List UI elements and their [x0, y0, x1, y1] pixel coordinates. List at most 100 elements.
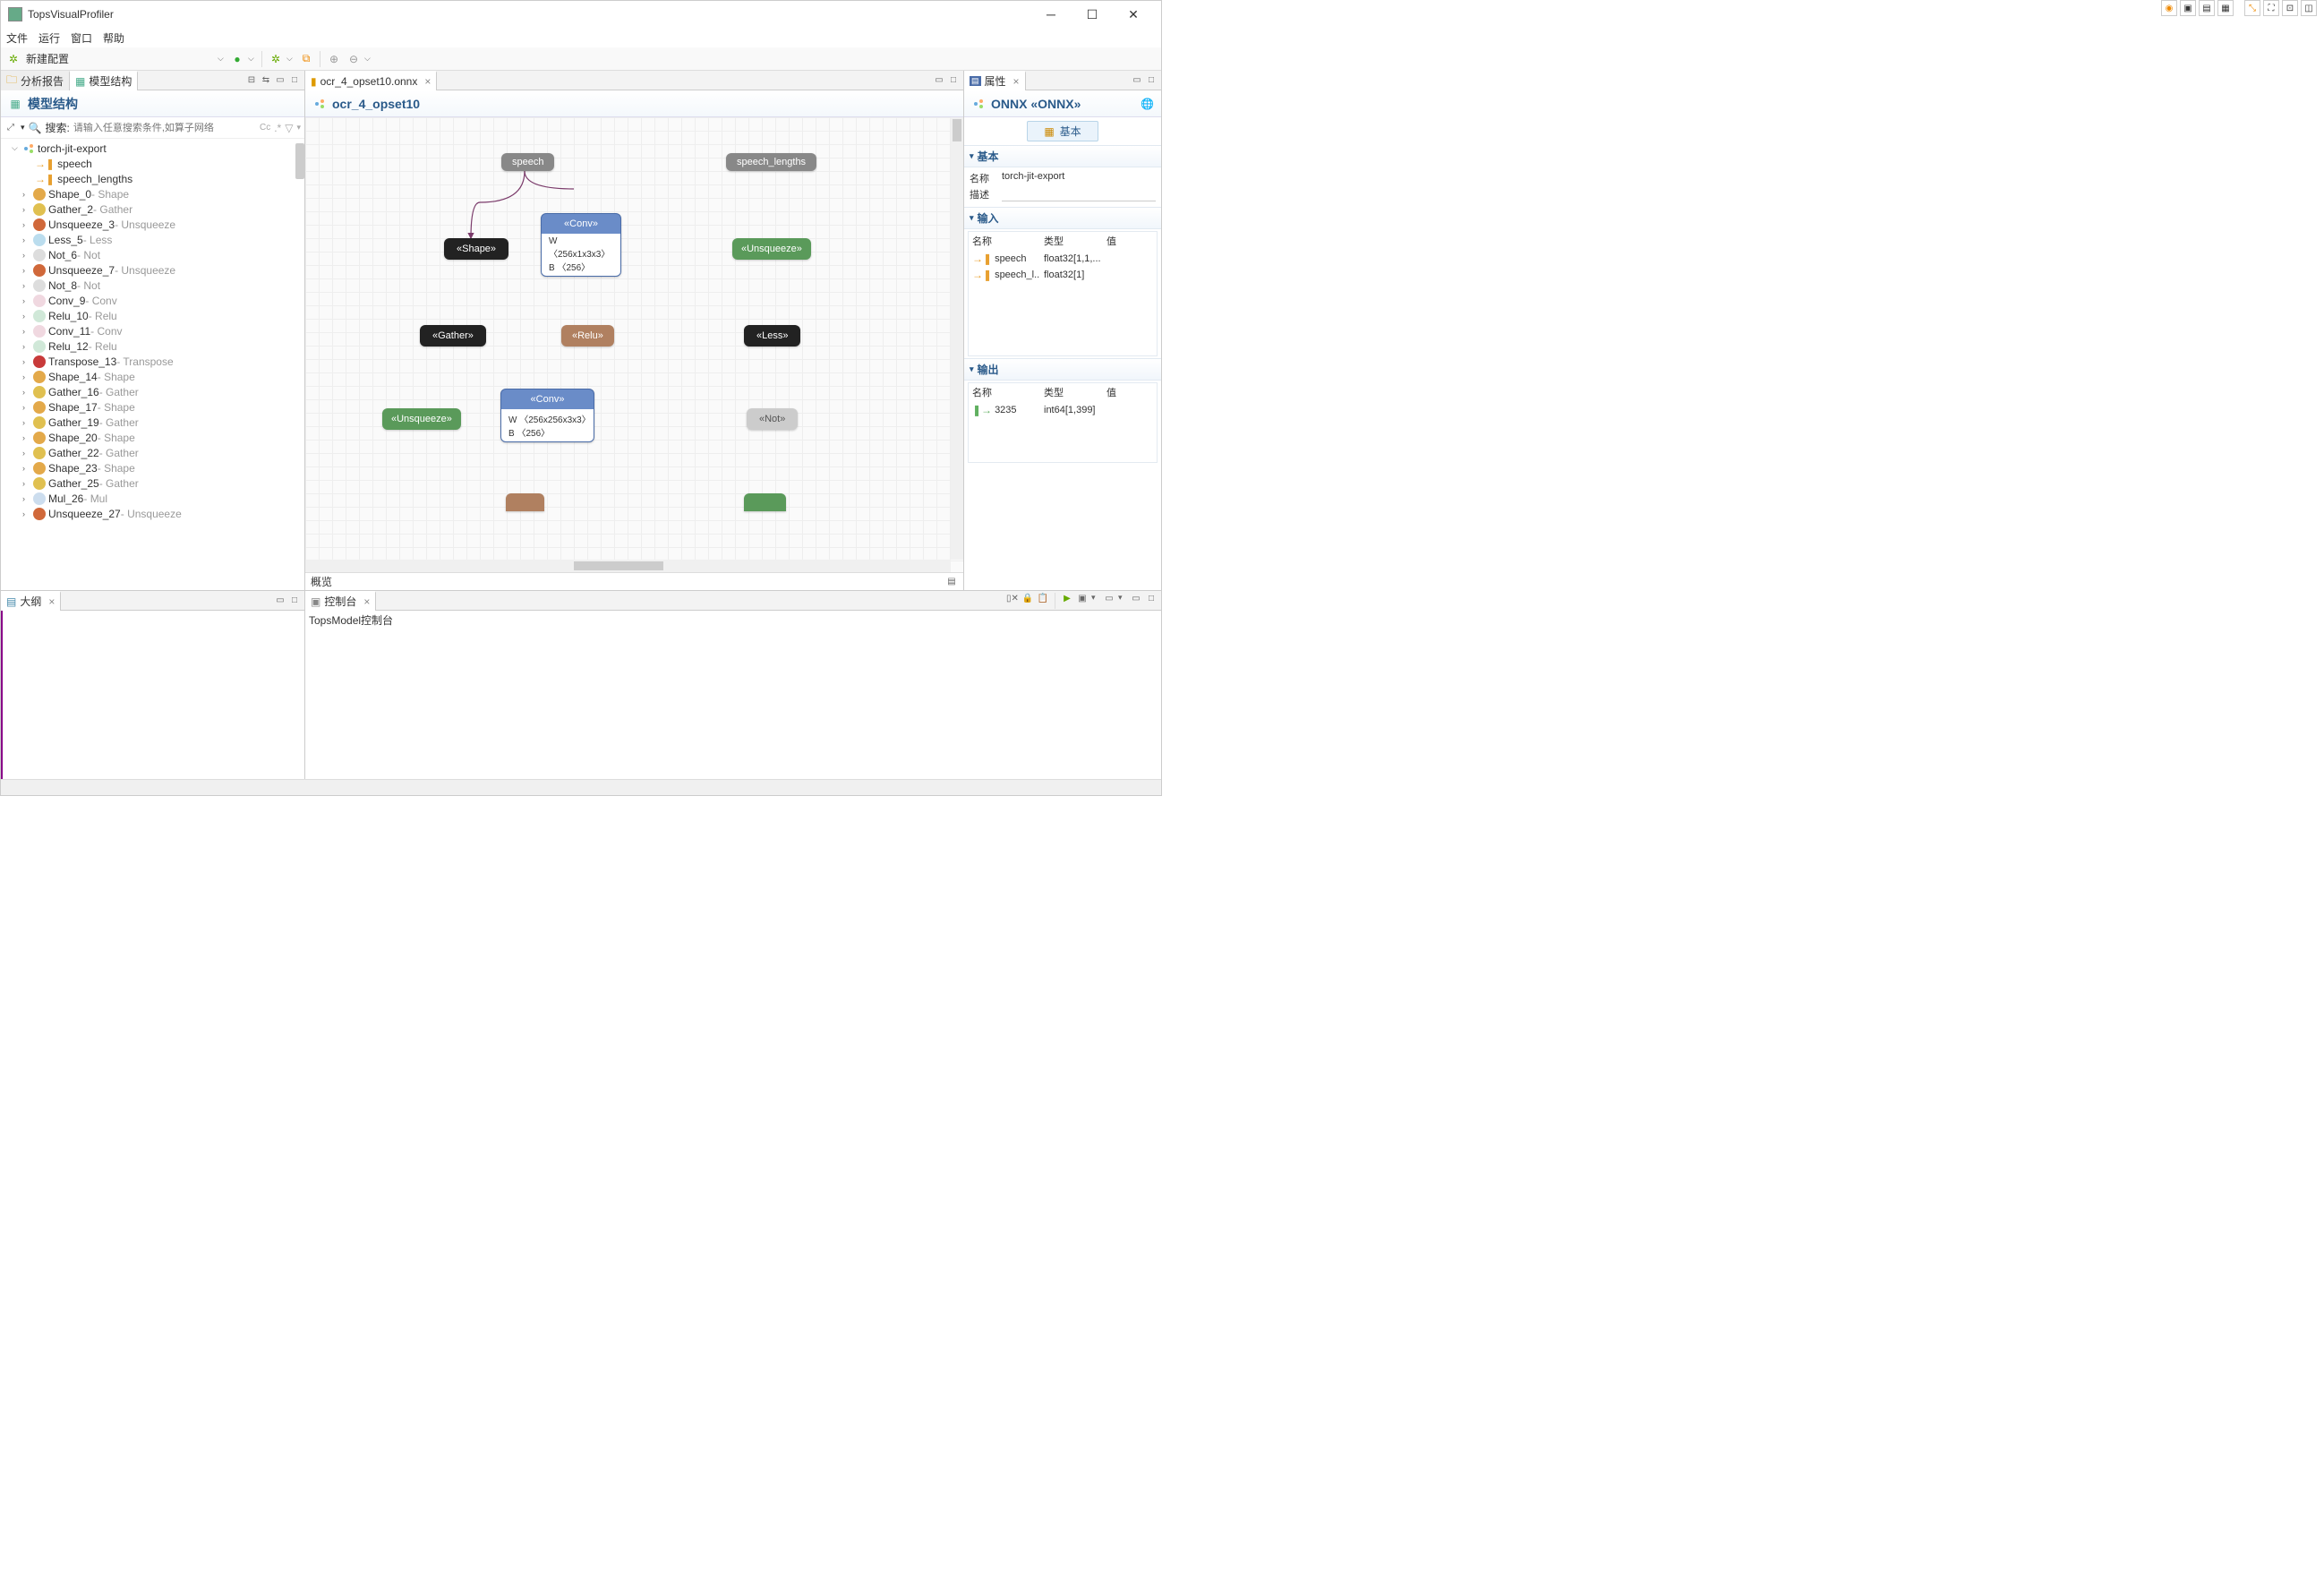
node-speech-lengths[interactable]: speech_lengths [726, 153, 816, 171]
display-icon[interactable]: ▣ [1076, 593, 1089, 605]
debug-icon[interactable]: ✲ [267, 50, 285, 68]
dropdown-icon[interactable]: ⌵ [364, 54, 373, 64]
section-inputs[interactable]: ▾输入 [964, 207, 1161, 229]
expand-icon[interactable]: › [22, 205, 33, 214]
output-row[interactable]: ❚→3235 [969, 402, 1040, 418]
zoom-in-icon[interactable]: ⊕ [325, 50, 343, 68]
tree-op-row[interactable]: ›Shape_0 - Shape [1, 186, 304, 201]
dropdown-icon[interactable]: ▾ [21, 123, 25, 133]
menu-file[interactable]: 文件 [6, 30, 28, 46]
expand-icon[interactable]: › [22, 418, 33, 427]
open-icon[interactable]: ▶ [1061, 593, 1073, 605]
minimize-icon[interactable]: ▭ [274, 74, 286, 87]
tree-op-row[interactable]: ›Not_6 - Not [1, 247, 304, 262]
maximize-icon[interactable]: □ [288, 595, 301, 607]
expand-icon[interactable]: › [22, 449, 33, 458]
case-icon[interactable]: Cc [260, 123, 270, 133]
globe-icon[interactable]: 🌐 [1141, 98, 1154, 110]
tree-op-row[interactable]: ›Mul_26 - Mul [1, 491, 304, 506]
expand-icon[interactable]: › [22, 494, 33, 503]
expand-icon[interactable]: › [22, 220, 33, 229]
input-row[interactable]: →❚speech [969, 251, 1040, 267]
filter-icon[interactable]: ▽ [285, 122, 293, 134]
expand-icon[interactable]: › [22, 281, 33, 290]
menu-run[interactable]: 运行 [38, 30, 60, 46]
node-relu[interactable]: «Relu» [561, 325, 614, 347]
link-icon[interactable]: ⇆ [260, 74, 272, 87]
tree-op-row[interactable]: ›Unsqueeze_27 - Unsqueeze [1, 506, 304, 521]
run-icon[interactable]: ● [228, 50, 246, 68]
maximize-icon[interactable]: □ [947, 74, 960, 87]
node-less[interactable]: «Less» [744, 325, 800, 347]
node-speech[interactable]: speech [501, 153, 554, 171]
minimize-button[interactable]: ─ [1030, 1, 1072, 28]
tree-op-row[interactable]: ›Gather_19 - Gather [1, 415, 304, 430]
console-input[interactable] [309, 628, 1158, 777]
node-unsqueeze-2[interactable]: «Unsqueeze» [382, 408, 461, 430]
tree-op-row[interactable]: ›Unsqueeze_7 - Unsqueeze [1, 262, 304, 278]
section-basic[interactable]: ▾基本 [964, 145, 1161, 167]
dropdown-icon[interactable]: ⌵ [248, 54, 257, 64]
tree-op-row[interactable]: ›Not_8 - Not [1, 278, 304, 293]
expand-icon[interactable]: › [22, 251, 33, 260]
fit-icon[interactable]: ⤡ [2244, 0, 2260, 16]
horizontal-scrollbar[interactable] [305, 560, 951, 572]
expand-icon[interactable]: › [22, 479, 33, 488]
expand-icon[interactable]: › [22, 433, 33, 442]
expand-icon[interactable]: › [22, 312, 33, 321]
layout-icon[interactable]: ▣ [2180, 0, 2196, 16]
close-tab-icon[interactable]: × [424, 75, 431, 88]
regex-icon[interactable]: .* [274, 122, 281, 134]
expand-icon[interactable]: › [22, 372, 33, 381]
maximize-button[interactable]: ☐ [1072, 1, 1113, 28]
expand-icon[interactable]: › [22, 327, 33, 336]
minimize-icon[interactable]: ▭ [1131, 74, 1143, 87]
expand-icon[interactable]: › [22, 235, 33, 244]
node-not[interactable]: «Not» [747, 408, 798, 430]
minimize-icon[interactable]: ▭ [274, 595, 286, 607]
tree-op-row[interactable]: ›Conv_9 - Conv [1, 293, 304, 308]
expand-icon[interactable]: › [22, 388, 33, 397]
lock-icon[interactable]: 🔒 [1021, 593, 1034, 605]
hide-icon[interactable]: ◫ [2301, 0, 2317, 16]
tree-op-row[interactable]: ›Gather_16 - Gather [1, 384, 304, 399]
dropdown-icon[interactable]: ▾ [296, 123, 301, 133]
tree-input-row[interactable]: →❚ speech [1, 156, 304, 171]
node-partial-2[interactable] [744, 493, 786, 511]
search-input[interactable] [73, 123, 256, 133]
dropdown-icon[interactable]: ▾ [1118, 593, 1127, 609]
expand-icon[interactable]: › [22, 403, 33, 412]
tree-op-row[interactable]: ›Relu_10 - Relu [1, 308, 304, 323]
input-row[interactable]: →❚speech_l... [969, 267, 1040, 283]
tree-op-row[interactable]: ›Transpose_13 - Transpose [1, 354, 304, 369]
view-menu-icon[interactable]: ⊟ [245, 74, 258, 87]
clear-icon[interactable]: ▯✕ [1006, 593, 1019, 605]
maximize-icon[interactable]: □ [1145, 593, 1158, 605]
expand-icon[interactable]: › [22, 509, 33, 518]
graph-canvas[interactable]: speech speech_lengths «Shape» «Conv» W 〈… [305, 117, 963, 572]
model-tree[interactable]: ⌵ torch-jit-export →❚ speech →❚ speech_l… [1, 139, 304, 590]
tree-op-row[interactable]: ›Shape_23 - Shape [1, 460, 304, 475]
tree-op-row[interactable]: ›Conv_11 - Conv [1, 323, 304, 338]
dropdown-icon[interactable]: ⌵ [286, 54, 295, 64]
maximize-icon[interactable]: □ [1145, 74, 1158, 87]
tab-analysis-report[interactable]: 🗀 分析报告 [1, 71, 70, 90]
vertical-scrollbar[interactable] [295, 143, 304, 179]
tree-op-row[interactable]: ›Less_5 - Less [1, 232, 304, 247]
overview-toggle-icon[interactable]: ▤ [945, 576, 958, 588]
node-partial-1[interactable] [506, 493, 544, 511]
desc-value[interactable] [1002, 187, 1156, 201]
overview-label[interactable]: 概览 [311, 574, 332, 589]
config-icon[interactable]: ▤ [2199, 0, 2215, 16]
tab-properties[interactable]: ▤ 属性 × [964, 71, 1026, 90]
node-icon[interactable]: ▦ [2217, 0, 2234, 16]
collapse-icon[interactable]: ⌵ [12, 143, 22, 153]
expand-icon[interactable]: › [22, 296, 33, 305]
expand-icon[interactable]: ⤢ [4, 122, 17, 134]
new-config-icon[interactable]: ✲ [4, 50, 22, 68]
expand-icon[interactable]: › [22, 266, 33, 275]
tree-op-row[interactable]: ›Shape_20 - Shape [1, 430, 304, 445]
node-conv-2[interactable]: «Conv» W 〈256x256x3x3〉B 〈256〉 [500, 389, 594, 442]
tab-model-structure[interactable]: ▦ 模型结构 [70, 71, 138, 90]
tree-op-row[interactable]: ›Shape_14 - Shape [1, 369, 304, 384]
